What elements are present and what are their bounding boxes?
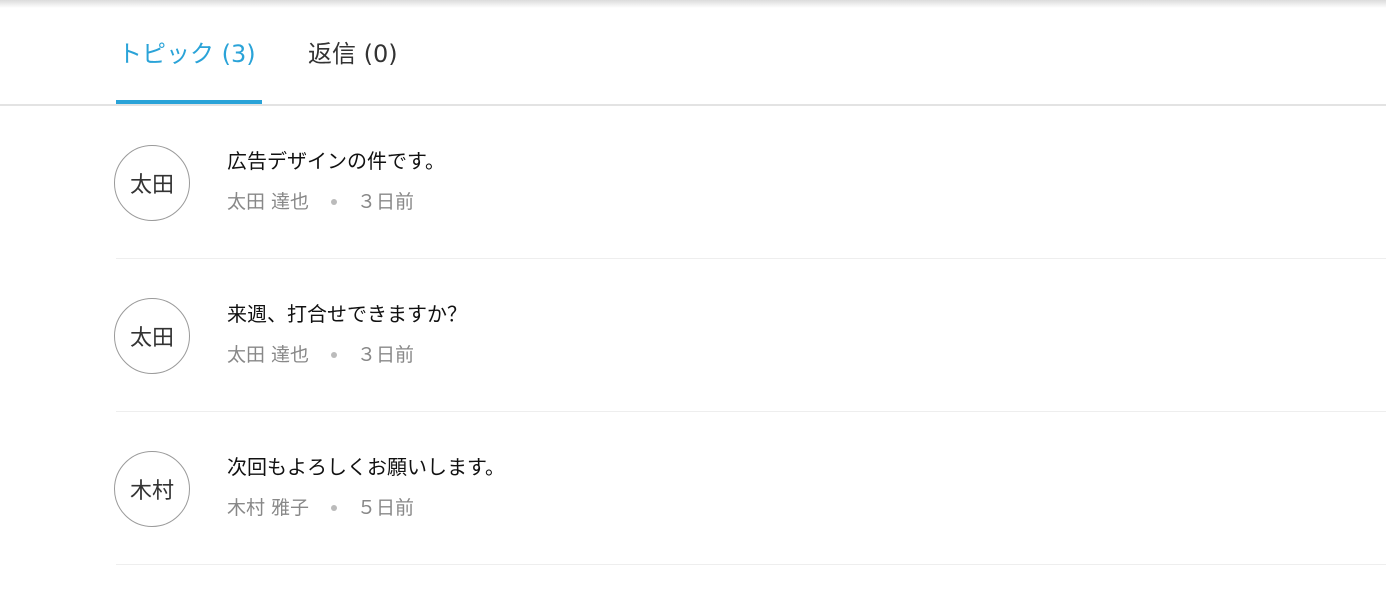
avatar: 太田 xyxy=(114,298,190,374)
tab-topics[interactable]: トピック (3) xyxy=(118,36,256,72)
topic-time: ３日前 xyxy=(357,344,415,366)
separator-dot-icon xyxy=(331,505,338,511)
topic-list: 太田 広告デザインの件です。 太田 達也 ３日前 太田 来週、打合せできますか？… xyxy=(114,106,1386,565)
topic-time: ３日前 xyxy=(357,191,415,213)
topic-title[interactable]: 広告デザインの件です。 xyxy=(227,146,445,176)
topic-row[interactable]: 太田 広告デザインの件です。 太田 達也 ３日前 xyxy=(114,106,1386,259)
topic-title[interactable]: 来週、打合せできますか？ xyxy=(227,299,467,329)
topic-meta: 太田 達也 ３日前 xyxy=(227,188,414,216)
topic-row[interactable]: 太田 来週、打合せできますか？ 太田 達也 ３日前 xyxy=(114,259,1386,412)
topic-title[interactable]: 次回もよろしくお願いします。 xyxy=(227,452,505,482)
topic-author: 太田 達也 xyxy=(227,191,310,213)
avatar: 木村 xyxy=(114,451,190,527)
tab-replies[interactable]: 返信 (0) xyxy=(308,36,398,72)
topic-meta: 太田 達也 ３日前 xyxy=(227,341,414,369)
topic-row[interactable]: 木村 次回もよろしくお願いします。 木村 雅子 ５日前 xyxy=(114,412,1386,565)
topic-author: 木村 雅子 xyxy=(227,497,310,519)
tab-bar: トピック (3) 返信 (0) xyxy=(0,0,1386,106)
topic-time: ５日前 xyxy=(357,497,415,519)
separator-dot-icon xyxy=(331,352,338,358)
separator-dot-icon xyxy=(331,199,338,205)
topic-meta: 木村 雅子 ５日前 xyxy=(227,494,414,522)
avatar: 太田 xyxy=(114,145,190,221)
topic-author: 太田 達也 xyxy=(227,344,310,366)
active-tab-indicator xyxy=(116,100,262,104)
